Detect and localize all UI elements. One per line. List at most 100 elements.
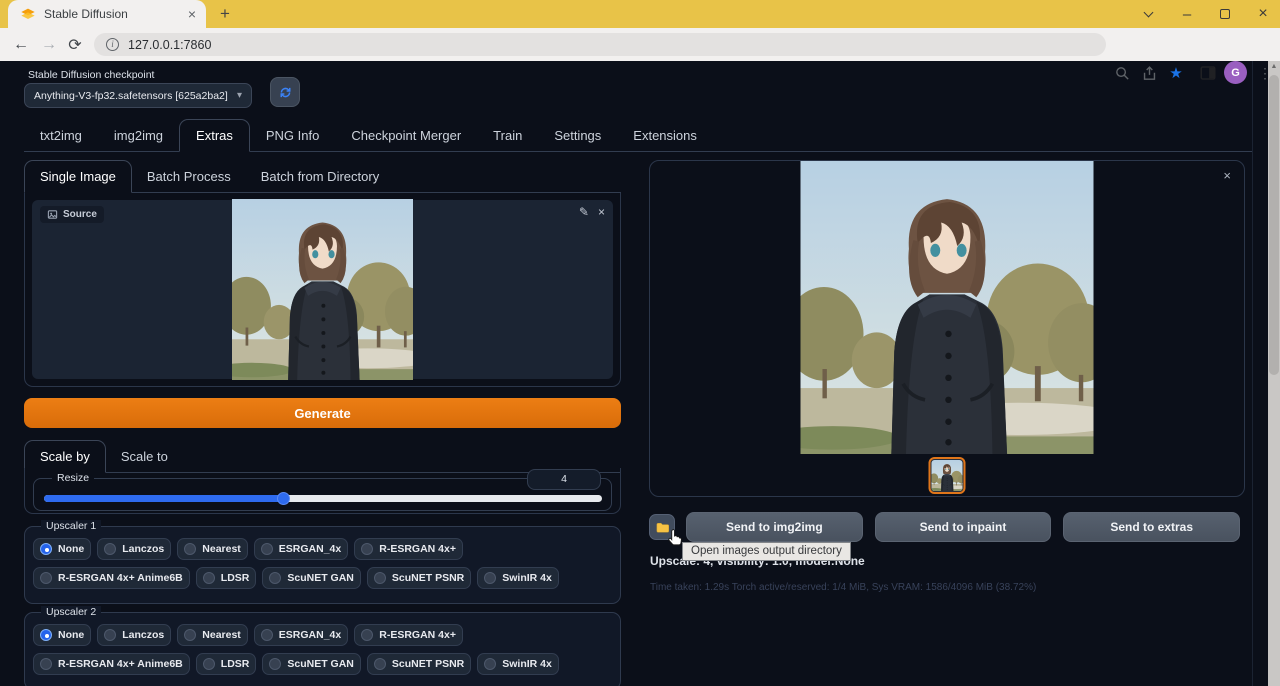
browser-tab[interactable]: Stable Diffusion ×: [8, 0, 206, 28]
upscaler1-block: Upscaler 1 None Lanczos Nearest ESRGAN_4…: [24, 526, 621, 604]
window-minimize-button[interactable]: –: [1172, 0, 1202, 28]
sub-tab-batch-process[interactable]: Batch Process: [132, 161, 246, 192]
radio-icon: [203, 572, 215, 584]
site-info-icon[interactable]: i: [106, 38, 119, 51]
clear-image-icon[interactable]: ×: [598, 205, 605, 219]
new-tab-button[interactable]: +: [214, 4, 236, 26]
mouse-cursor-icon: [666, 528, 683, 552]
main-tab-bar: txt2imgimg2imgExtrasPNG InfoCheckpoint M…: [24, 119, 1253, 152]
upscaler2-option-r-esrgan-4x-anime6b[interactable]: R-ESRGAN 4x+ Anime6B: [33, 653, 190, 675]
radio-icon: [40, 658, 52, 670]
refresh-checkpoint-button[interactable]: [270, 77, 300, 107]
sub-tab-batch-from-directory[interactable]: Batch from Directory: [246, 161, 394, 192]
upscaler2-option-r-esrgan-4x[interactable]: R-ESRGAN 4x+: [354, 624, 463, 646]
upscaler1-option-r-esrgan-4x[interactable]: R-ESRGAN 4x+: [354, 538, 463, 560]
radio-icon: [374, 572, 386, 584]
back-button[interactable]: ←: [8, 32, 34, 58]
gallery-thumbnail[interactable]: [929, 457, 966, 494]
content-divider: [1252, 61, 1253, 686]
main-tab-txt2img[interactable]: txt2img: [24, 120, 98, 151]
radio-icon: [484, 572, 496, 584]
source-label: Source: [63, 209, 97, 220]
main-tab-train[interactable]: Train: [477, 120, 538, 151]
radio-icon: [203, 658, 215, 670]
generate-button[interactable]: Generate: [24, 398, 621, 428]
send-button-send-to-img2img[interactable]: Send to img2img: [686, 512, 863, 542]
upscaler2-option-scunet-psnr[interactable]: ScuNET PSNR: [367, 653, 471, 675]
image-toolbar: ✎ ×: [579, 205, 605, 219]
main-tab-extras[interactable]: Extras: [179, 119, 250, 152]
upscaler1-option-scunet-psnr[interactable]: ScuNET PSNR: [367, 567, 471, 589]
upscaler2-option-scunet-gan[interactable]: ScuNET GAN: [262, 653, 361, 675]
scroll-up-icon[interactable]: ▲: [1268, 63, 1280, 70]
resize-slider-block: Resize 4: [33, 478, 612, 511]
tab-close-icon[interactable]: ×: [186, 6, 198, 22]
upscaler1-option-r-esrgan-4x-anime6b[interactable]: R-ESRGAN 4x+ Anime6B: [33, 567, 190, 589]
checkpoint-label: Stable Diffusion checkpoint: [28, 69, 154, 81]
browser-tabstrip: Stable Diffusion × + – ×: [0, 0, 1280, 28]
radio-icon: [361, 629, 373, 641]
upscaler1-label: Upscaler 1: [41, 520, 101, 532]
source-image-dropzone[interactable]: Source ✎ ×: [32, 200, 613, 379]
upscaler2-options: None Lanczos Nearest ESRGAN_4x R-ESRGAN …: [33, 624, 612, 675]
bookmark-star-icon[interactable]: ★: [1165, 62, 1187, 84]
main-tab-img2img[interactable]: img2img: [98, 120, 179, 151]
profile-avatar[interactable]: G: [1224, 61, 1247, 84]
result-gallery: ×: [649, 160, 1245, 497]
upscaler2-option-lanczos[interactable]: Lanczos: [97, 624, 171, 646]
upscaler1-option-ldsr[interactable]: LDSR: [196, 567, 257, 589]
radio-icon: [374, 658, 386, 670]
tab-title: Stable Diffusion: [44, 7, 178, 21]
favicon-gradio-icon: [20, 6, 36, 22]
main-tab-settings[interactable]: Settings: [538, 120, 617, 151]
send-button-send-to-extras[interactable]: Send to extras: [1063, 512, 1240, 542]
side-panel-icon[interactable]: [1197, 62, 1219, 84]
scale-by-panel: Resize 4: [24, 468, 621, 514]
forward-button[interactable]: →: [36, 32, 62, 58]
upscaler1-option-scunet-gan[interactable]: ScuNET GAN: [262, 567, 361, 589]
upscaler1-option-lanczos[interactable]: Lanczos: [97, 538, 171, 560]
address-bar[interactable]: i 127.0.0.1:7860: [94, 33, 1106, 56]
zoom-icon[interactable]: [1111, 62, 1133, 84]
checkpoint-value: Anything-V3-fp32.safetensors [625a2ba2]: [34, 90, 231, 102]
result-image[interactable]: [801, 161, 1094, 454]
edit-image-icon[interactable]: ✎: [579, 205, 589, 219]
tab-search-chevron-icon[interactable]: [1133, 0, 1163, 28]
upscaler1-option-none[interactable]: None: [33, 538, 91, 560]
upscaler2-option-none[interactable]: None: [33, 624, 91, 646]
main-tab-extensions[interactable]: Extensions: [617, 120, 713, 151]
send-button-send-to-inpaint[interactable]: Send to inpaint: [875, 512, 1052, 542]
upscaler2-option-nearest[interactable]: Nearest: [177, 624, 248, 646]
screen: Stable Diffusion × + – × ← → ⟳ i 127.0.0…: [0, 0, 1280, 686]
share-icon[interactable]: [1138, 62, 1160, 84]
upscaler1-option-nearest[interactable]: Nearest: [177, 538, 248, 560]
main-tab-png-info[interactable]: PNG Info: [250, 120, 335, 151]
chevron-down-icon: ▾: [237, 90, 242, 101]
gallery-close-icon[interactable]: ×: [1223, 168, 1231, 183]
page-scrollbar[interactable]: ▲: [1268, 61, 1280, 686]
upscaler2-option-ldsr[interactable]: LDSR: [196, 653, 257, 675]
resize-slider[interactable]: [44, 495, 602, 502]
main-tab-checkpoint-merger[interactable]: Checkpoint Merger: [335, 120, 477, 151]
upscaler1-option-esrgan-4x[interactable]: ESRGAN_4x: [254, 538, 348, 560]
refresh-icon: [278, 85, 293, 100]
upscaler2-option-esrgan-4x[interactable]: ESRGAN_4x: [254, 624, 348, 646]
radio-icon: [184, 543, 196, 555]
source-image[interactable]: [232, 199, 413, 380]
reload-button[interactable]: ⟳: [62, 32, 88, 58]
upscaler2-option-swinir-4x[interactable]: SwinIR 4x: [477, 653, 559, 675]
upscaler1-option-swinir-4x[interactable]: SwinIR 4x: [477, 567, 559, 589]
window-close-button[interactable]: ×: [1248, 0, 1278, 28]
single-image-panel: Source ✎ ×: [24, 193, 621, 387]
window-maximize-button[interactable]: [1210, 0, 1240, 28]
upscaler2-label: Upscaler 2: [41, 606, 101, 618]
resize-slider-fill: [44, 495, 284, 502]
sub-tab-single-image[interactable]: Single Image: [24, 160, 132, 193]
radio-icon: [484, 658, 496, 670]
scrollbar-thumb[interactable]: [1269, 75, 1279, 375]
resize-value-input[interactable]: 4: [527, 469, 601, 490]
checkpoint-dropdown[interactable]: Anything-V3-fp32.safetensors [625a2ba2] …: [24, 83, 252, 108]
resize-slider-thumb[interactable]: [277, 492, 290, 505]
url-text[interactable]: 127.0.0.1:7860: [128, 38, 211, 52]
upscaler2-block: Upscaler 2 None Lanczos Nearest ESRGAN_4…: [24, 612, 621, 686]
